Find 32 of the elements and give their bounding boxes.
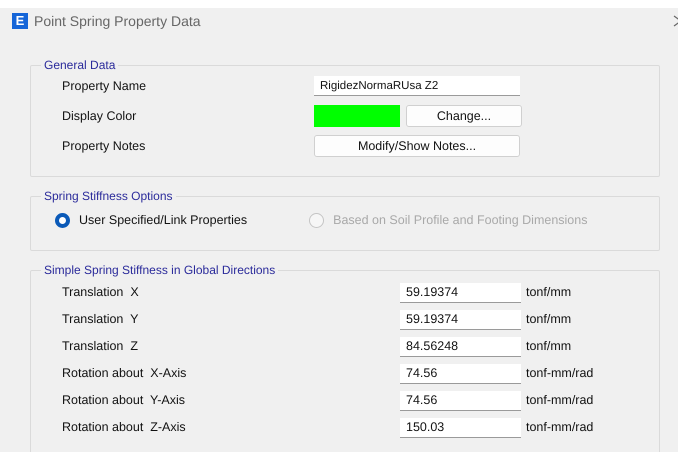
- field-label: Translation X: [62, 284, 140, 302]
- field-label: Translation Z: [62, 338, 139, 356]
- field-label: Display Color: [62, 108, 138, 125]
- stiffness-field[interactable]: 74.56: [400, 364, 521, 384]
- radio-label: Based on Soil Profile and Footing Dimensions: [333, 212, 588, 229]
- group-title: Spring Stiffness Options: [43, 190, 174, 202]
- group-title: Simple Spring Stiffness in Global Directions: [43, 264, 276, 276]
- field-label: Rotation about Z-Axis: [62, 419, 187, 436]
- field-label: Property Notes: [62, 138, 146, 155]
- app-logo-icon: E: [12, 13, 28, 29]
- unit-label: tonf/mm: [526, 338, 572, 356]
- field-label: Rotation about X-Axis: [62, 365, 188, 382]
- radio-button[interactable]: [55, 212, 70, 228]
- change-button[interactable]: Change...: [406, 105, 522, 127]
- property-name-field[interactable]: RigidezNormaRUsa Z2: [314, 76, 520, 96]
- group-title: General Data: [43, 59, 116, 71]
- unit-label: tonf/mm: [526, 311, 572, 328]
- unit-label: tonf-mm/rad: [526, 365, 594, 382]
- stiffness-field[interactable]: 59.19374: [400, 282, 521, 302]
- stiffness-field[interactable]: 150.03: [400, 418, 521, 438]
- unit-label: tonf/mm: [526, 284, 572, 302]
- stiffness-field[interactable]: 84.56248: [400, 336, 521, 356]
- field-label: Rotation about Y-Axis: [62, 392, 186, 410]
- stiffness-field[interactable]: 59.19374: [400, 310, 521, 330]
- field-label: Property Name: [62, 78, 148, 95]
- field-label: Translation Y: [62, 311, 140, 328]
- notes-button[interactable]: Modify/Show Notes...: [314, 135, 520, 157]
- unit-label: tonf-mm/rad: [526, 419, 594, 436]
- window-title: Point Spring Property Data: [34, 12, 201, 31]
- stiffness-field[interactable]: 74.56: [400, 390, 521, 410]
- unit-label: tonf-mm/rad: [526, 392, 594, 410]
- radio-label: User Specified/Link Properties: [79, 212, 248, 229]
